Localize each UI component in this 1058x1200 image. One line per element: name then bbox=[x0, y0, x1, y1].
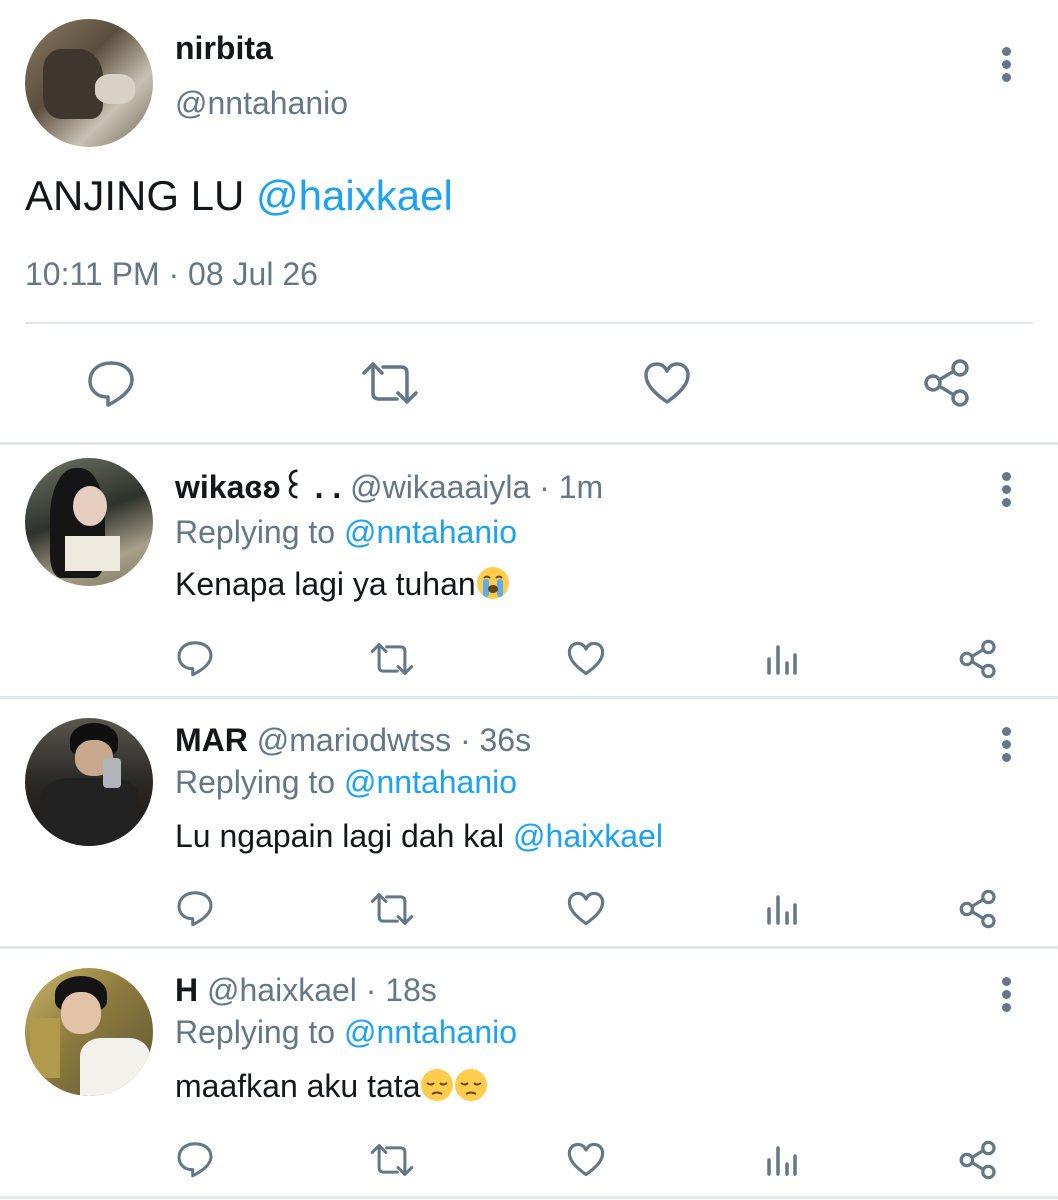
replying-to: Replying to @nntahanio bbox=[175, 1014, 517, 1051]
replying-prefix: Replying to bbox=[175, 764, 344, 800]
heart-icon[interactable] bbox=[567, 1142, 605, 1177]
reply-text-body: Lu ngapain lagi dah kal bbox=[175, 818, 514, 854]
replying-to: Replying to @nntahanio bbox=[175, 764, 517, 801]
more-vertical-icon[interactable] bbox=[1001, 977, 1011, 1016]
replying-to-link[interactable]: @nntahanio bbox=[344, 514, 517, 550]
handle[interactable]: @nntahanio bbox=[175, 85, 348, 122]
retweet-icon[interactable] bbox=[370, 642, 414, 676]
analytics-icon[interactable] bbox=[766, 893, 798, 925]
avatar[interactable] bbox=[25, 19, 153, 147]
display-name[interactable]: nirbita bbox=[175, 30, 273, 67]
retweet-icon[interactable] bbox=[361, 361, 419, 405]
replying-to: Replying to @nntahanio bbox=[175, 514, 517, 551]
share-icon[interactable] bbox=[958, 889, 998, 929]
handle-time[interactable]: @wikaaaiyla · 1m bbox=[350, 469, 603, 505]
reply-icon[interactable] bbox=[176, 639, 214, 677]
reply-icon[interactable] bbox=[86, 359, 136, 407]
share-icon[interactable] bbox=[958, 639, 998, 679]
display-name[interactable]: H bbox=[175, 972, 198, 1008]
replying-to-link[interactable]: @nntahanio bbox=[344, 1014, 517, 1050]
reply-icon[interactable] bbox=[176, 1140, 214, 1178]
divider bbox=[0, 1196, 1058, 1199]
analytics-icon[interactable] bbox=[766, 1144, 798, 1176]
pensive-face-emoji bbox=[455, 1069, 488, 1101]
divider bbox=[0, 946, 1058, 949]
reply-icon[interactable] bbox=[176, 889, 214, 927]
divider bbox=[25, 322, 1033, 324]
heart-icon[interactable] bbox=[567, 891, 605, 926]
reply-header: wikaɞʚ꒰ . . @wikaaaiyla · 1m bbox=[175, 464, 603, 506]
crying-face-emoji bbox=[476, 567, 509, 599]
reply-text-body: maafkan aku tata bbox=[175, 1068, 421, 1104]
share-icon[interactable] bbox=[922, 358, 972, 408]
display-name[interactable]: MAR bbox=[175, 722, 248, 758]
replying-prefix: Replying to bbox=[175, 1014, 344, 1050]
divider bbox=[0, 442, 1058, 445]
tweet-text: ANJING LU @haixkael bbox=[25, 172, 453, 220]
more-vertical-icon[interactable] bbox=[1001, 727, 1011, 766]
retweet-icon[interactable] bbox=[370, 1143, 414, 1177]
divider bbox=[0, 696, 1058, 699]
pensive-face-emoji bbox=[421, 1069, 454, 1101]
mention-link[interactable]: @haixkael bbox=[513, 818, 663, 854]
more-vertical-icon[interactable] bbox=[1001, 472, 1011, 511]
analytics-icon[interactable] bbox=[766, 643, 798, 675]
replying-to-link[interactable]: @nntahanio bbox=[344, 764, 517, 800]
more-vertical-icon[interactable] bbox=[1001, 47, 1011, 86]
reply-text: maafkan aku tata bbox=[175, 1068, 488, 1105]
reply-text: Kenapa lagi ya tuhan bbox=[175, 566, 510, 603]
replying-prefix: Replying to bbox=[175, 514, 344, 550]
reply-header: MAR @mariodwtss · 36s bbox=[175, 722, 531, 759]
reply-header: H @haixkael · 18s bbox=[175, 972, 437, 1009]
reply-text-body: Kenapa lagi ya tuhan bbox=[175, 566, 476, 602]
avatar[interactable] bbox=[25, 458, 153, 586]
display-name[interactable]: wikaɞʚ꒰ . . bbox=[175, 469, 341, 505]
handle-time[interactable]: @haixkael · 18s bbox=[207, 972, 437, 1008]
avatar[interactable] bbox=[25, 718, 153, 846]
tweet-text-body: ANJING LU bbox=[25, 172, 257, 219]
mention-link[interactable]: @haixkael bbox=[256, 172, 453, 219]
heart-icon[interactable] bbox=[567, 641, 605, 676]
avatar[interactable] bbox=[25, 968, 153, 1096]
reply-text: Lu ngapain lagi dah kal @haixkael bbox=[175, 818, 663, 855]
handle-time[interactable]: @mariodwtss · 36s bbox=[257, 722, 531, 758]
share-icon[interactable] bbox=[958, 1140, 998, 1180]
heart-icon[interactable] bbox=[643, 361, 691, 405]
timestamp[interactable]: 10:11 PM · 08 Jul 26 bbox=[25, 256, 318, 293]
retweet-icon[interactable] bbox=[370, 892, 414, 926]
